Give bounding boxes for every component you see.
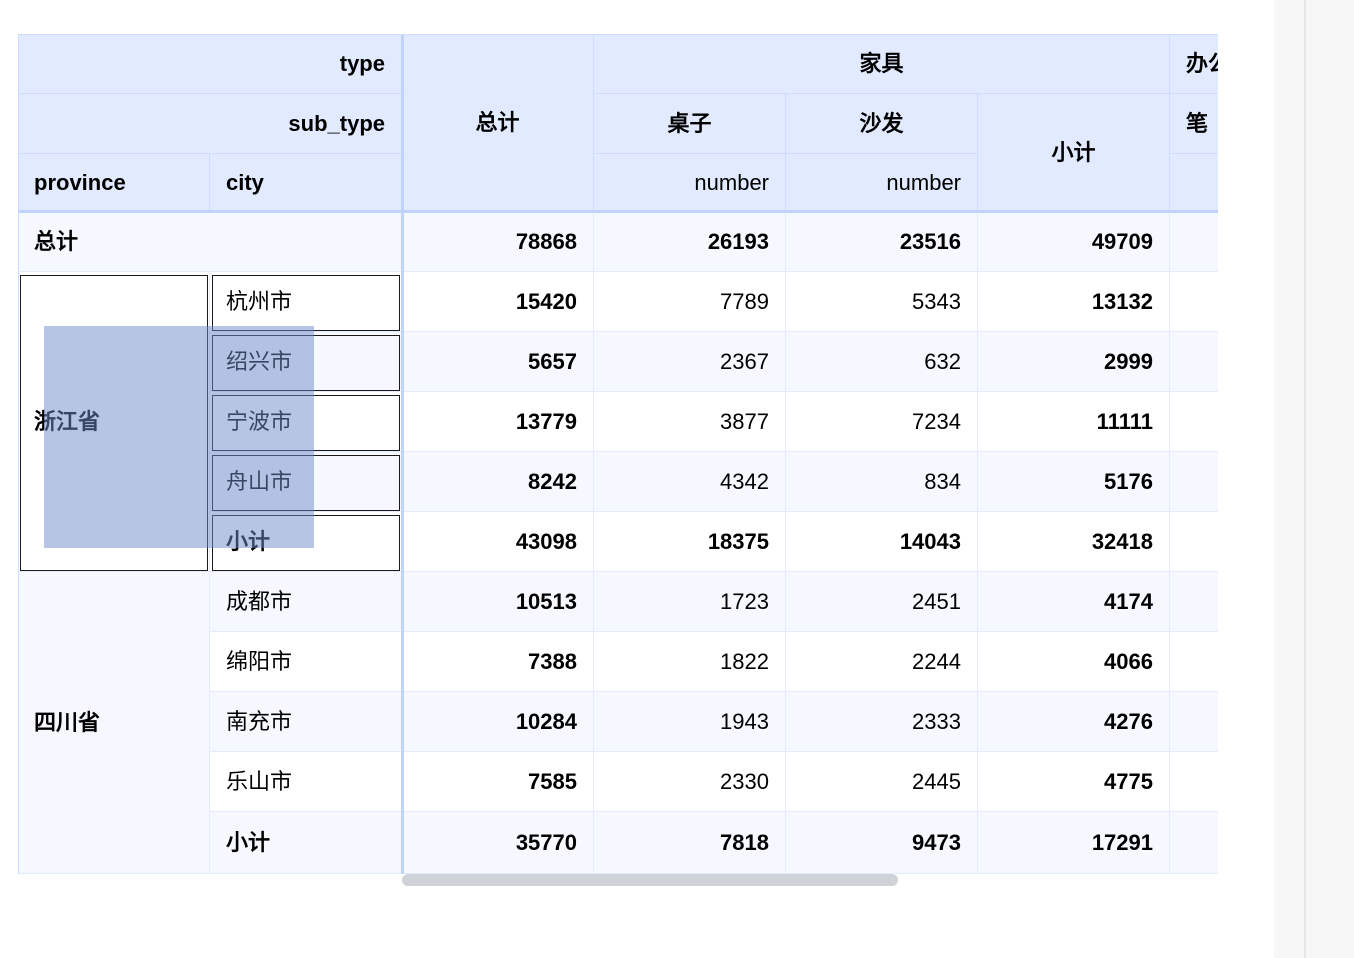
row-header-city[interactable]: 乐山市 — [210, 752, 402, 812]
col-header-furniture-subtotal[interactable]: 小计 — [978, 94, 1170, 212]
data-cell[interactable]: 1723 — [594, 572, 786, 632]
col-header-pen-number — [1170, 154, 1218, 212]
data-cell[interactable]: 2451 — [786, 572, 978, 632]
corner-type-label: type — [18, 34, 402, 94]
data-cell[interactable]: 13779 — [402, 392, 594, 452]
col-header-sofa[interactable]: 沙发 — [786, 94, 978, 154]
data-cell[interactable]: 35770 — [402, 812, 594, 874]
row-header-city[interactable]: 南充市 — [210, 692, 402, 752]
pivot-table: type sub_type province city 总计 家具 桌子 沙发 … — [18, 34, 1218, 884]
data-cell[interactable] — [1170, 812, 1218, 874]
data-cell[interactable]: 2244 — [786, 632, 978, 692]
data-cell[interactable]: 18375 — [594, 512, 786, 572]
data-cell[interactable]: 9473 — [786, 812, 978, 874]
data-cell[interactable] — [1170, 632, 1218, 692]
col-header-sofa-number: number — [786, 154, 978, 212]
table-border-left — [18, 34, 19, 874]
data-cell[interactable] — [1170, 752, 1218, 812]
data-cell[interactable]: 5657 — [402, 332, 594, 392]
row-header-city[interactable]: 成都市 — [210, 572, 402, 632]
data-cell[interactable]: 4342 — [594, 452, 786, 512]
data-cell[interactable]: 7818 — [594, 812, 786, 874]
data-cell[interactable]: 23516 — [786, 212, 978, 272]
row-header-city[interactable]: 杭州市 — [210, 272, 402, 332]
data-cell[interactable]: 5343 — [786, 272, 978, 332]
data-cell[interactable]: 4066 — [978, 632, 1170, 692]
horizontal-scrollbar-thumb[interactable] — [402, 874, 898, 886]
data-cell[interactable] — [1170, 272, 1218, 332]
row-header-grand-total[interactable]: 总计 — [18, 212, 402, 272]
data-cell[interactable]: 4775 — [978, 752, 1170, 812]
col-header-pen[interactable]: 笔 — [1170, 94, 1218, 154]
row-header-city[interactable]: 绵阳市 — [210, 632, 402, 692]
data-cell[interactable]: 5176 — [978, 452, 1170, 512]
col-header-office[interactable]: 办公 — [1170, 34, 1218, 94]
data-cell[interactable]: 2333 — [786, 692, 978, 752]
data-cell[interactable]: 1822 — [594, 632, 786, 692]
panel-divider — [1304, 0, 1306, 958]
data-cell[interactable]: 32418 — [978, 512, 1170, 572]
col-header-desk[interactable]: 桌子 — [594, 94, 786, 154]
data-cell[interactable]: 43098 — [402, 512, 594, 572]
data-cell[interactable] — [1170, 212, 1218, 272]
data-cell[interactable]: 834 — [786, 452, 978, 512]
right-side-panel — [1274, 0, 1354, 958]
data-cell[interactable]: 4174 — [978, 572, 1170, 632]
row-header-city[interactable]: 舟山市 — [210, 452, 402, 512]
data-cell[interactable]: 2367 — [594, 332, 786, 392]
province-column-header[interactable]: province — [18, 154, 210, 212]
data-cell[interactable] — [1170, 512, 1218, 572]
col-header-furniture[interactable]: 家具 — [594, 34, 1170, 94]
data-cell[interactable]: 2330 — [594, 752, 786, 812]
data-cell[interactable]: 2999 — [978, 332, 1170, 392]
data-cell[interactable]: 1943 — [594, 692, 786, 752]
data-cell[interactable]: 4276 — [978, 692, 1170, 752]
data-cell[interactable]: 10284 — [402, 692, 594, 752]
data-cell[interactable]: 7234 — [786, 392, 978, 452]
col-header-desk-number: number — [594, 154, 786, 212]
data-cell[interactable]: 26193 — [594, 212, 786, 272]
data-cell[interactable] — [1170, 572, 1218, 632]
data-cell[interactable]: 17291 — [978, 812, 1170, 874]
data-cell[interactable]: 632 — [786, 332, 978, 392]
row-header-subtotal[interactable]: 小计 — [210, 812, 402, 874]
data-cell[interactable]: 13132 — [978, 272, 1170, 332]
frozen-column-divider — [401, 34, 404, 874]
data-cell[interactable] — [1170, 332, 1218, 392]
data-cell[interactable]: 15420 — [402, 272, 594, 332]
row-header-province[interactable]: 四川省 — [18, 572, 210, 874]
data-cell[interactable]: 7388 — [402, 632, 594, 692]
data-cell[interactable] — [1170, 452, 1218, 512]
frozen-header-divider — [18, 210, 1218, 213]
data-cell[interactable]: 78868 — [402, 212, 594, 272]
data-cell[interactable]: 2445 — [786, 752, 978, 812]
row-header-city[interactable]: 绍兴市 — [210, 332, 402, 392]
data-cell[interactable]: 11111 — [978, 392, 1170, 452]
data-cell[interactable] — [1170, 692, 1218, 752]
row-header-city[interactable]: 宁波市 — [210, 392, 402, 452]
row-header-province[interactable]: 浙江省 — [18, 272, 210, 572]
data-cell[interactable]: 7789 — [594, 272, 786, 332]
data-cell[interactable]: 7585 — [402, 752, 594, 812]
data-cell[interactable]: 49709 — [978, 212, 1170, 272]
table-border-top — [18, 34, 1218, 35]
row-header-subtotal[interactable]: 小计 — [210, 512, 402, 572]
city-column-header[interactable]: city — [210, 154, 402, 212]
data-cell[interactable]: 3877 — [594, 392, 786, 452]
data-cell[interactable] — [1170, 392, 1218, 452]
data-cell[interactable]: 14043 — [786, 512, 978, 572]
corner-sub-type-label: sub_type — [18, 94, 402, 154]
data-cell[interactable]: 10513 — [402, 572, 594, 632]
col-header-grand-total[interactable]: 总计 — [402, 34, 594, 212]
data-cell[interactable]: 8242 — [402, 452, 594, 512]
